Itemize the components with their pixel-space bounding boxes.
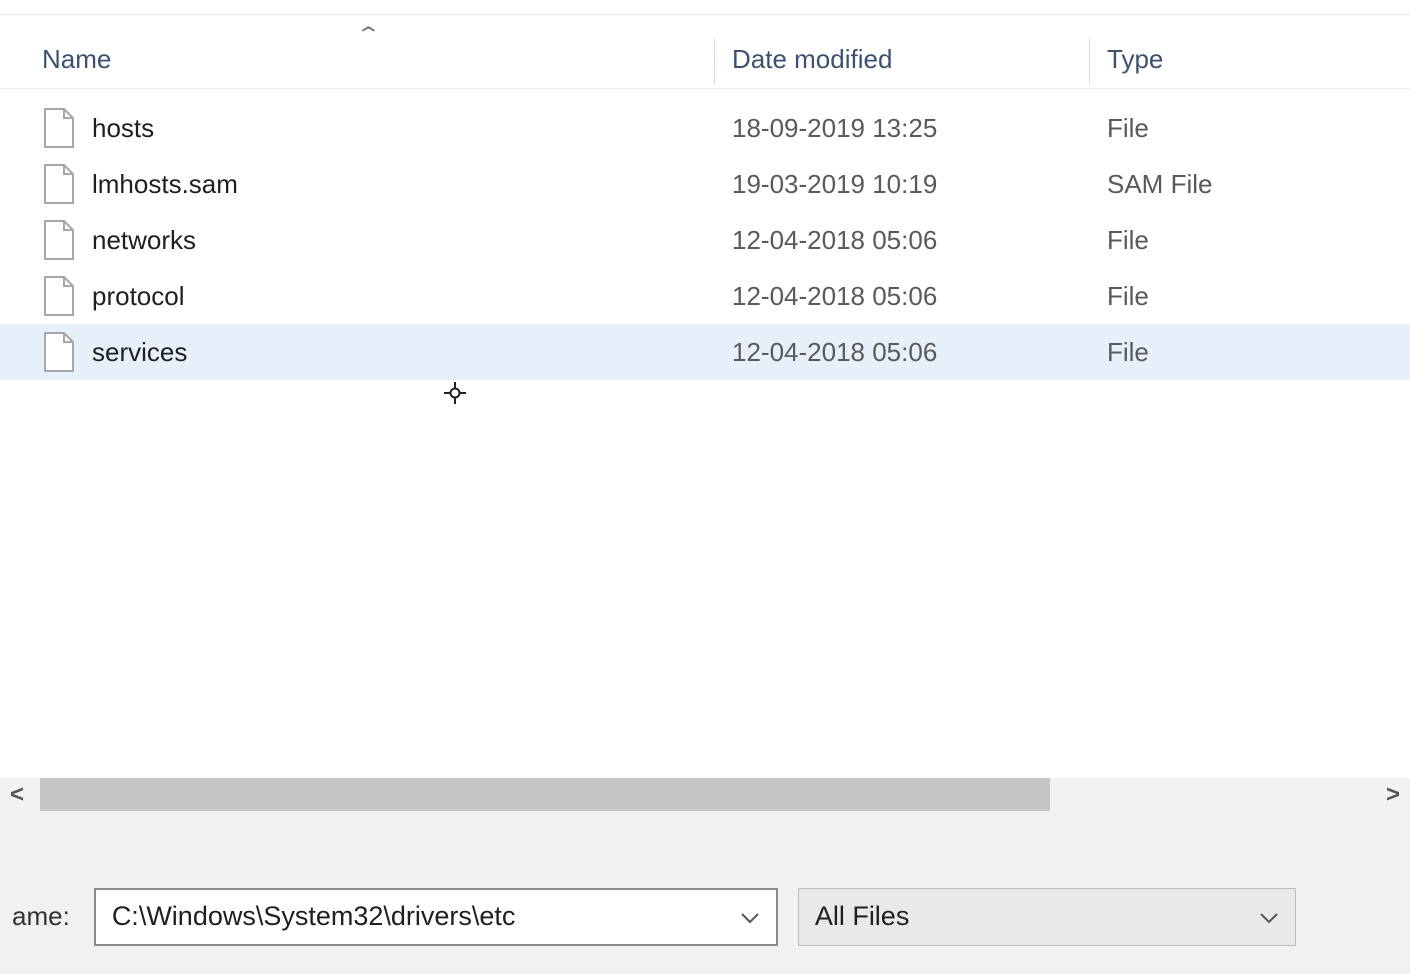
file-name-label: services <box>92 337 187 368</box>
file-list: hosts18-09-2019 13:25File lmhosts.sam19-… <box>0 100 1410 380</box>
file-row[interactable]: protocol 12-04-2018 05:06File <box>0 268 1410 324</box>
top-divider <box>0 14 1410 15</box>
crosshair-cursor-icon <box>444 380 466 411</box>
horizontal-scrollbar[interactable]: < > <box>0 778 1410 811</box>
file-name-cell: services <box>0 331 714 373</box>
chevron-down-icon[interactable] <box>740 904 760 930</box>
sort-ascending-icon: ⌃ <box>355 22 382 47</box>
scroll-left-icon[interactable]: < <box>0 778 34 811</box>
file-name-cell: protocol <box>0 275 714 317</box>
file-type-filter[interactable]: All Files <box>798 888 1296 946</box>
column-header-type[interactable]: Type <box>1089 30 1410 88</box>
file-type-filter-text: All Files <box>815 901 910 932</box>
file-name-cell: networks <box>0 219 714 261</box>
filename-input-text: C:\Windows\System32\drivers\etc <box>112 901 516 932</box>
file-name-label: lmhosts.sam <box>92 169 238 200</box>
file-type-cell: File <box>1089 225 1410 256</box>
file-date-cell: 18-09-2019 13:25 <box>714 113 1089 144</box>
column-divider <box>714 38 715 84</box>
filename-input[interactable]: C:\Windows\System32\drivers\etc <box>94 888 778 946</box>
file-icon <box>42 163 76 205</box>
chevron-down-icon[interactable] <box>1259 904 1279 930</box>
file-date-cell: 19-03-2019 10:19 <box>714 169 1089 200</box>
file-name-label: hosts <box>92 113 154 144</box>
column-header-name-label: Name <box>42 44 111 75</box>
column-header-name[interactable]: Name ⌃ <box>0 30 714 88</box>
file-name-cell: hosts <box>0 107 714 149</box>
scroll-thumb[interactable] <box>40 778 1050 811</box>
file-date-cell: 12-04-2018 05:06 <box>714 281 1089 312</box>
column-divider <box>1089 38 1090 84</box>
column-header-row: Name ⌃ Date modified Type <box>0 30 1410 88</box>
file-row[interactable]: hosts 18-09-2019 13:25File <box>0 100 1410 156</box>
file-row[interactable]: networks 12-04-2018 05:06File <box>0 212 1410 268</box>
file-type-cell: File <box>1089 281 1410 312</box>
file-name-label: networks <box>92 225 196 256</box>
scroll-track[interactable] <box>34 778 1376 811</box>
file-icon <box>42 275 76 317</box>
file-icon <box>42 331 76 373</box>
bottom-panel: ame: C:\Windows\System32\drivers\etc All… <box>0 811 1410 974</box>
column-header-date[interactable]: Date modified <box>714 30 1089 88</box>
file-date-cell: 12-04-2018 05:06 <box>714 337 1089 368</box>
scroll-right-icon[interactable]: > <box>1376 778 1410 811</box>
file-type-cell: SAM File <box>1089 169 1410 200</box>
file-row[interactable]: lmhosts.sam 19-03-2019 10:19SAM File <box>0 156 1410 212</box>
file-name-label: protocol <box>92 281 185 312</box>
file-row[interactable]: services 12-04-2018 05:06File <box>0 324 1410 380</box>
header-divider <box>0 88 1410 89</box>
filename-label: ame: <box>12 901 74 932</box>
file-type-cell: File <box>1089 113 1410 144</box>
file-icon <box>42 107 76 149</box>
file-icon <box>42 219 76 261</box>
file-name-cell: lmhosts.sam <box>0 163 714 205</box>
file-type-cell: File <box>1089 337 1410 368</box>
column-header-type-label: Type <box>1107 44 1163 75</box>
column-header-date-label: Date modified <box>732 44 892 75</box>
file-date-cell: 12-04-2018 05:06 <box>714 225 1089 256</box>
